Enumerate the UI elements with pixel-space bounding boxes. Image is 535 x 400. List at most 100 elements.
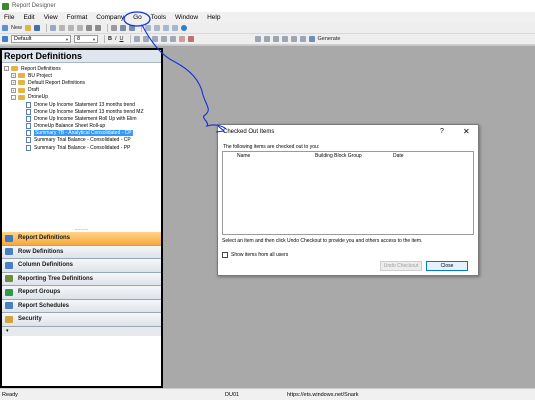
- properties-icon[interactable]: [120, 25, 127, 31]
- undo-icon[interactable]: [86, 25, 93, 31]
- insert-row-icon[interactable]: [145, 25, 152, 31]
- nav-report-schedules[interactable]: Report Schedules: [2, 299, 161, 313]
- checked-out-items-list[interactable]: Name Building Block Group Date: [222, 151, 474, 235]
- menu-view[interactable]: View: [44, 14, 58, 21]
- align-center-icon[interactable]: [142, 36, 149, 42]
- help-icon[interactable]: ?: [440, 128, 444, 135]
- report-document-icon: [26, 108, 31, 115]
- checkbox-label: Show items from all users: [231, 252, 289, 258]
- tree-item-draft[interactable]: + Draft: [2, 87, 161, 94]
- menu-go[interactable]: Go: [133, 14, 142, 21]
- nav-label: Column Definitions: [18, 262, 73, 269]
- copy-icon[interactable]: [68, 25, 75, 31]
- layout-icon[interactable]: [263, 36, 270, 42]
- collapse-icon[interactable]: -: [4, 66, 9, 72]
- new-icon[interactable]: [2, 25, 8, 31]
- style-combo-value: Default: [14, 36, 32, 42]
- style-combo[interactable]: Default ▼: [11, 35, 71, 43]
- new-button[interactable]: New: [11, 25, 22, 31]
- calculator-icon[interactable]: [290, 36, 297, 42]
- tree-item-default-report-definitions[interactable]: + Default Report Definitions: [2, 79, 161, 86]
- collapse-icon[interactable]: -: [11, 94, 16, 100]
- find-icon[interactable]: [111, 25, 118, 31]
- nav-reporting-tree-definitions[interactable]: Reporting Tree Definitions: [2, 272, 161, 286]
- nav-row-definitions[interactable]: Row Definitions: [2, 245, 161, 259]
- expand-icon[interactable]: +: [11, 73, 16, 79]
- nav-overflow-button[interactable]: ▾: [2, 326, 161, 336]
- tree-item-report-selected[interactable]: Summary TB - Analytical Consolidated - C…: [2, 130, 161, 137]
- tree-item-report[interactable]: DroneUp Balance Sheet Roll-up: [2, 123, 161, 130]
- nav-column-definitions[interactable]: Column Definitions: [2, 259, 161, 273]
- indent-icon[interactable]: [160, 36, 167, 42]
- print-icon[interactable]: [50, 25, 57, 31]
- tree-item-bu-project[interactable]: + BU Project: [2, 72, 161, 79]
- tree-item-report[interactable]: Drone Up Income Statement 13 months tren…: [2, 101, 161, 108]
- nav-report-groups[interactable]: Report Groups: [2, 286, 161, 300]
- font-size-combo[interactable]: 8 ▼: [74, 35, 98, 43]
- tree-item-report[interactable]: Drone Up Income Statement 13 months tren…: [2, 108, 161, 115]
- close-button[interactable]: Close: [426, 261, 468, 271]
- help-icon[interactable]: [181, 25, 188, 31]
- delete-column-icon[interactable]: [172, 25, 179, 31]
- align-left-icon[interactable]: [133, 36, 140, 42]
- nav-report-definitions[interactable]: Report Definitions: [2, 232, 161, 246]
- toolbar-separator: [141, 24, 143, 32]
- column-header-name[interactable]: Name: [237, 153, 250, 159]
- cut-icon[interactable]: [59, 25, 66, 31]
- delete-row-icon[interactable]: [163, 25, 170, 31]
- tree-item-droneup[interactable]: - DroneUp: [2, 94, 161, 101]
- grid-view-icon[interactable]: [254, 36, 261, 42]
- menu-help[interactable]: Help: [207, 14, 220, 21]
- close-icon[interactable]: ✕: [463, 127, 470, 136]
- chevron-down-icon[interactable]: ▼: [92, 37, 96, 42]
- generate-button[interactable]: Generate: [318, 36, 341, 42]
- menu-edit[interactable]: Edit: [23, 14, 34, 21]
- menu-company[interactable]: Company: [96, 14, 124, 21]
- navigation-buttons: Report Definitions Row Definitions Colum…: [2, 232, 161, 336]
- fill-color-icon[interactable]: [178, 36, 185, 42]
- menu-tools[interactable]: Tools: [151, 14, 166, 21]
- columns-icon[interactable]: [272, 36, 279, 42]
- toolbar-separator: [104, 35, 105, 43]
- outdent-icon[interactable]: [169, 36, 176, 42]
- italic-button[interactable]: I: [115, 36, 117, 42]
- report-tree: - Report Definitions + BU Project + Defa…: [2, 63, 161, 151]
- chevron-down-icon[interactable]: ▼: [65, 37, 69, 42]
- tree-item-label: Summary Trial Balance - Consolidated - C…: [34, 137, 131, 144]
- validate-icon[interactable]: [129, 25, 136, 31]
- title-bar: Report Designer: [0, 0, 535, 12]
- tree-item-report-definitions[interactable]: - Report Definitions: [2, 65, 161, 72]
- expand-icon[interactable]: +: [11, 87, 16, 93]
- save-icon[interactable]: [34, 25, 41, 31]
- insert-column-icon[interactable]: [154, 25, 161, 31]
- underline-button[interactable]: U: [120, 36, 124, 42]
- report-schedules-icon: [5, 302, 13, 310]
- font-color-icon[interactable]: [187, 36, 194, 42]
- report-definitions-icon: [5, 234, 13, 242]
- align-right-icon[interactable]: [151, 36, 158, 42]
- generate-icon[interactable]: [308, 36, 315, 42]
- show-all-users-checkbox[interactable]: [222, 252, 228, 258]
- menu-format[interactable]: Format: [67, 14, 88, 21]
- column-definitions-icon: [5, 261, 13, 269]
- nav-security[interactable]: Security: [2, 313, 161, 327]
- show-all-users-option[interactable]: Show items from all users: [222, 252, 288, 258]
- sort-icon[interactable]: [281, 36, 288, 42]
- tree-item-label: Drone Up Income Statement 13 months tren…: [34, 108, 144, 115]
- menu-window[interactable]: Window: [175, 14, 198, 21]
- redo-icon[interactable]: [95, 25, 102, 31]
- bold-button[interactable]: B: [108, 36, 112, 42]
- column-header-building-block-group[interactable]: Building Block Group: [315, 153, 362, 159]
- paste-icon[interactable]: [77, 25, 84, 31]
- tree-item-report[interactable]: Drone Up Income Statement Roll Up with E…: [2, 115, 161, 122]
- tree-item-report[interactable]: Summary Trial Balance - Consolidated - P…: [2, 144, 161, 151]
- filter-icon[interactable]: [299, 36, 306, 42]
- open-folder-icon[interactable]: [25, 25, 32, 31]
- nav-label: Report Groups: [18, 289, 61, 296]
- nav-label: Report Definitions: [18, 235, 70, 242]
- column-header-date[interactable]: Date: [393, 153, 404, 159]
- expand-icon[interactable]: +: [11, 80, 16, 86]
- menu-file[interactable]: File: [4, 14, 14, 21]
- undo-checkout-button[interactable]: Undo Checkout: [380, 261, 422, 271]
- tree-item-report[interactable]: Summary Trial Balance - Consolidated - C…: [2, 137, 161, 144]
